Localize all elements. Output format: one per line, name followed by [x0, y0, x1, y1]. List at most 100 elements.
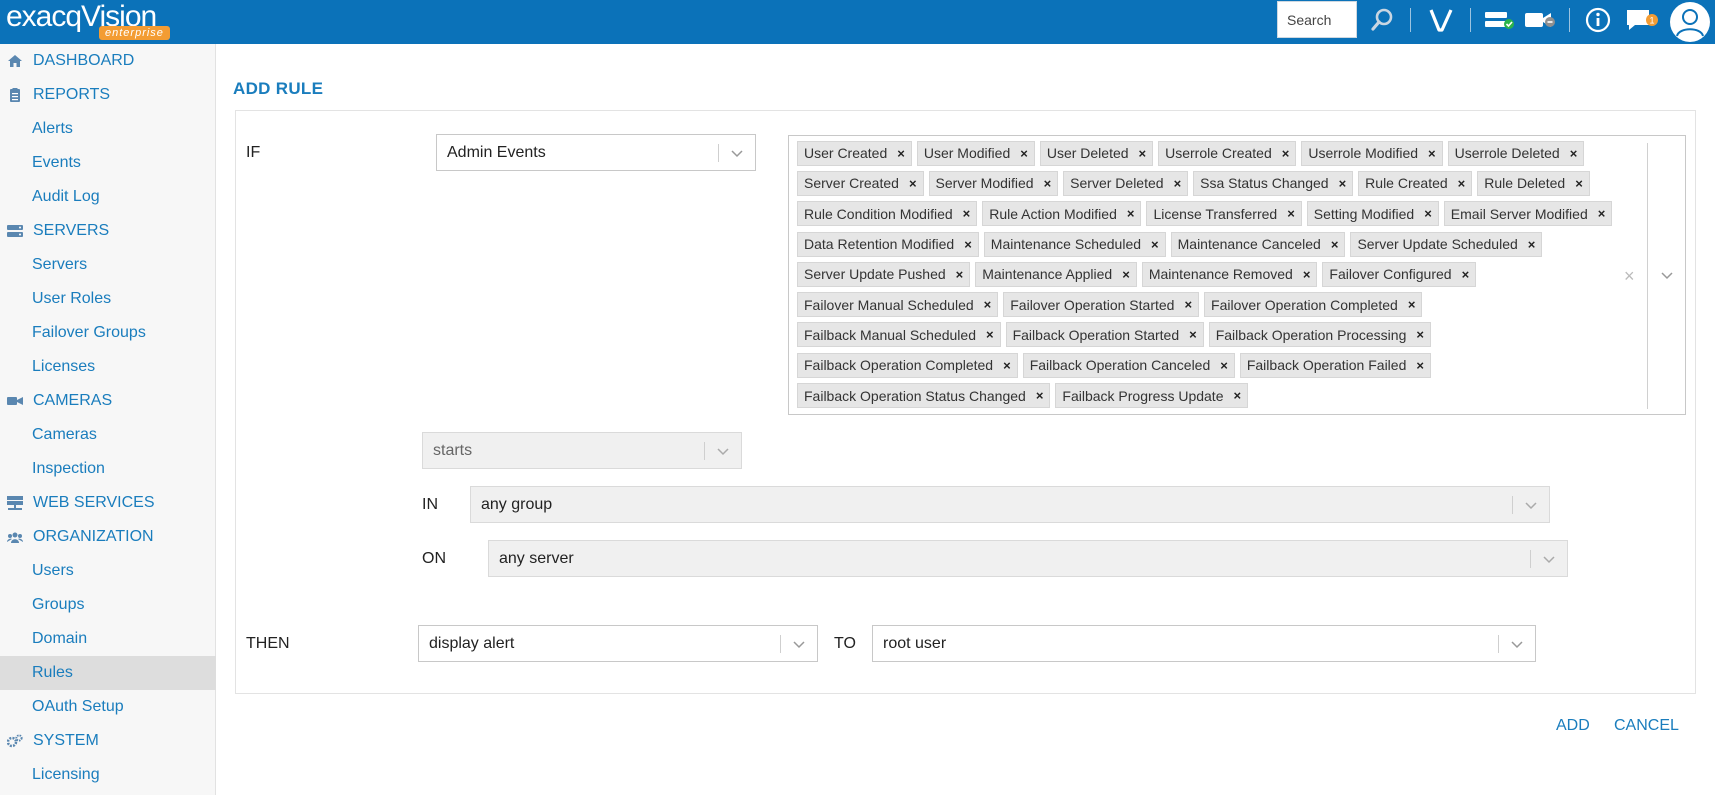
event-tag[interactable]: Server Update Pushed ×	[797, 261, 971, 287]
chevron-down-icon[interactable]	[1661, 269, 1673, 281]
remove-tag-icon[interactable]: ×	[1287, 206, 1295, 221]
event-tag[interactable]: Failback Operation Failed ×	[1239, 352, 1431, 378]
event-tag[interactable]: Failback Operation Processing ×	[1208, 322, 1431, 348]
event-tag[interactable]: Userrole Modified ×	[1301, 140, 1443, 166]
notifications-icon[interactable]: 1	[1625, 5, 1659, 35]
event-tag[interactable]: Ssa Status Changed ×	[1193, 170, 1354, 196]
event-tag[interactable]: User Created ×	[797, 140, 912, 166]
remove-tag-icon[interactable]: ×	[1233, 388, 1241, 403]
event-tag[interactable]: Rule Condition Modified ×	[797, 201, 978, 227]
event-tag[interactable]: Email Server Modified ×	[1443, 201, 1613, 227]
event-tag[interactable]: Maintenance Applied ×	[975, 261, 1137, 287]
sidebar-item-system[interactable]: SYSTEM	[0, 724, 216, 758]
remove-tag-icon[interactable]: ×	[1036, 388, 1044, 403]
cancel-button[interactable]: CANCEL	[1614, 717, 1679, 735]
sidebar-item-users[interactable]: Users	[0, 554, 216, 588]
remove-tag-icon[interactable]: ×	[1020, 146, 1028, 161]
server-select[interactable]: any server	[488, 540, 1568, 577]
sidebar-item-audit-log[interactable]: Audit Log	[0, 180, 216, 214]
sidebar-item-oauth-setup[interactable]: OAuth Setup	[0, 690, 216, 724]
event-tag[interactable]: Maintenance Scheduled ×	[983, 231, 1166, 257]
event-tag[interactable]: User Modified ×	[916, 140, 1035, 166]
sidebar-item-web-services[interactable]: WEB SERVICES	[0, 486, 216, 520]
event-tag[interactable]: Failover Manual Scheduled ×	[797, 292, 999, 318]
camera-status-icon[interactable]	[1524, 5, 1558, 35]
search-icon[interactable]	[1368, 5, 1396, 35]
remove-tag-icon[interactable]: ×	[1408, 297, 1416, 312]
remove-tag-icon[interactable]: ×	[1303, 267, 1311, 282]
event-tag[interactable]: Failover Operation Started ×	[1003, 292, 1200, 318]
event-tag[interactable]: User Deleted ×	[1039, 140, 1154, 166]
remove-tag-icon[interactable]: ×	[1339, 176, 1347, 191]
event-tag[interactable]: Server Modified ×	[928, 170, 1059, 196]
sidebar-item-inspection[interactable]: Inspection	[0, 452, 216, 486]
user-avatar-icon[interactable]	[1668, 0, 1712, 44]
group-select[interactable]: any group	[470, 486, 1550, 523]
event-tag[interactable]: Userrole Created ×	[1158, 140, 1297, 166]
event-tag[interactable]: Failover Configured ×	[1322, 261, 1477, 287]
event-tag[interactable]: Maintenance Canceled ×	[1170, 231, 1346, 257]
remove-tag-icon[interactable]: ×	[956, 267, 964, 282]
sidebar-item-cameras[interactable]: Cameras	[0, 418, 216, 452]
remove-tag-icon[interactable]: ×	[1003, 358, 1011, 373]
remove-tag-icon[interactable]: ×	[1458, 176, 1466, 191]
remove-tag-icon[interactable]: ×	[1598, 206, 1606, 221]
event-tag[interactable]: Userrole Deleted ×	[1447, 140, 1585, 166]
event-tag[interactable]: Data Retention Modified ×	[797, 231, 979, 257]
search-input[interactable]: Search	[1277, 1, 1357, 38]
remove-tag-icon[interactable]: ×	[1416, 327, 1424, 342]
action-select[interactable]: display alert	[418, 625, 818, 662]
condition-select[interactable]: starts	[422, 432, 742, 469]
sidebar-item-user-roles[interactable]: User Roles	[0, 282, 216, 316]
remove-tag-icon[interactable]: ×	[1127, 206, 1135, 221]
remove-tag-icon[interactable]: ×	[1331, 237, 1339, 252]
sidebar-item-cameras-section[interactable]: CAMERAS	[0, 384, 216, 418]
event-type-select[interactable]: Admin Events	[436, 134, 756, 171]
remove-tag-icon[interactable]: ×	[1424, 206, 1432, 221]
remove-tag-icon[interactable]: ×	[986, 327, 994, 342]
sidebar-item-alerts[interactable]: Alerts	[0, 112, 216, 146]
add-button[interactable]: ADD	[1556, 717, 1590, 735]
event-tag[interactable]: Failback Progress Update ×	[1055, 383, 1249, 409]
event-tag[interactable]: Failover Operation Completed ×	[1204, 292, 1423, 318]
event-tag[interactable]: Server Deleted ×	[1063, 170, 1189, 196]
sidebar-item-events[interactable]: Events	[0, 146, 216, 180]
sidebar-item-groups[interactable]: Groups	[0, 588, 216, 622]
event-tag[interactable]: Failback Operation Completed ×	[797, 352, 1018, 378]
event-tag[interactable]: Failback Operation Started ×	[1005, 322, 1204, 348]
server-status-icon[interactable]	[1484, 5, 1516, 35]
remove-tag-icon[interactable]: ×	[1044, 176, 1052, 191]
sidebar-item-rules[interactable]: Rules	[0, 656, 216, 690]
event-tag[interactable]: Failback Manual Scheduled ×	[797, 322, 1001, 348]
remove-tag-icon[interactable]: ×	[1462, 267, 1470, 282]
recipient-select[interactable]: root user	[872, 625, 1536, 662]
event-tag[interactable]: Server Update Scheduled ×	[1350, 231, 1543, 257]
remove-tag-icon[interactable]: ×	[1139, 146, 1147, 161]
remove-tag-icon[interactable]: ×	[1282, 146, 1290, 161]
event-tag[interactable]: Server Created ×	[797, 170, 924, 196]
event-multiselect[interactable]: User Created × User Modified × User Deleted ×…	[788, 135, 1686, 415]
remove-tag-icon[interactable]: ×	[1174, 176, 1182, 191]
remove-tag-icon[interactable]: ×	[963, 206, 971, 221]
remove-tag-icon[interactable]: ×	[984, 297, 992, 312]
remove-tag-icon[interactable]: ×	[1570, 146, 1578, 161]
remove-tag-icon[interactable]: ×	[1416, 358, 1424, 373]
event-tag[interactable]: License Transferred ×	[1146, 201, 1302, 227]
vision-logo-icon[interactable]	[1427, 5, 1455, 35]
event-tag[interactable]: Maintenance Removed ×	[1141, 261, 1318, 287]
sidebar-item-domain[interactable]: Domain	[0, 622, 216, 656]
remove-tag-icon[interactable]: ×	[1428, 146, 1436, 161]
remove-tag-icon[interactable]: ×	[1184, 297, 1192, 312]
remove-tag-icon[interactable]: ×	[909, 176, 917, 191]
event-tag[interactable]: Rule Action Modified ×	[982, 201, 1142, 227]
event-tag[interactable]: Rule Deleted ×	[1477, 170, 1590, 196]
event-tag[interactable]: Failback Operation Canceled ×	[1022, 352, 1235, 378]
event-tag[interactable]: Failback Operation Status Changed ×	[797, 383, 1051, 409]
sidebar-item-licensing[interactable]: Licensing	[0, 758, 216, 792]
sidebar-item-servers[interactable]: Servers	[0, 248, 216, 282]
event-tag[interactable]: Rule Created ×	[1358, 170, 1473, 196]
sidebar-item-dashboard[interactable]: DASHBOARD	[0, 44, 216, 78]
clear-all-icon[interactable]: ×	[1624, 266, 1635, 287]
sidebar-item-reports[interactable]: REPORTS	[0, 78, 216, 112]
remove-tag-icon[interactable]: ×	[1151, 237, 1159, 252]
